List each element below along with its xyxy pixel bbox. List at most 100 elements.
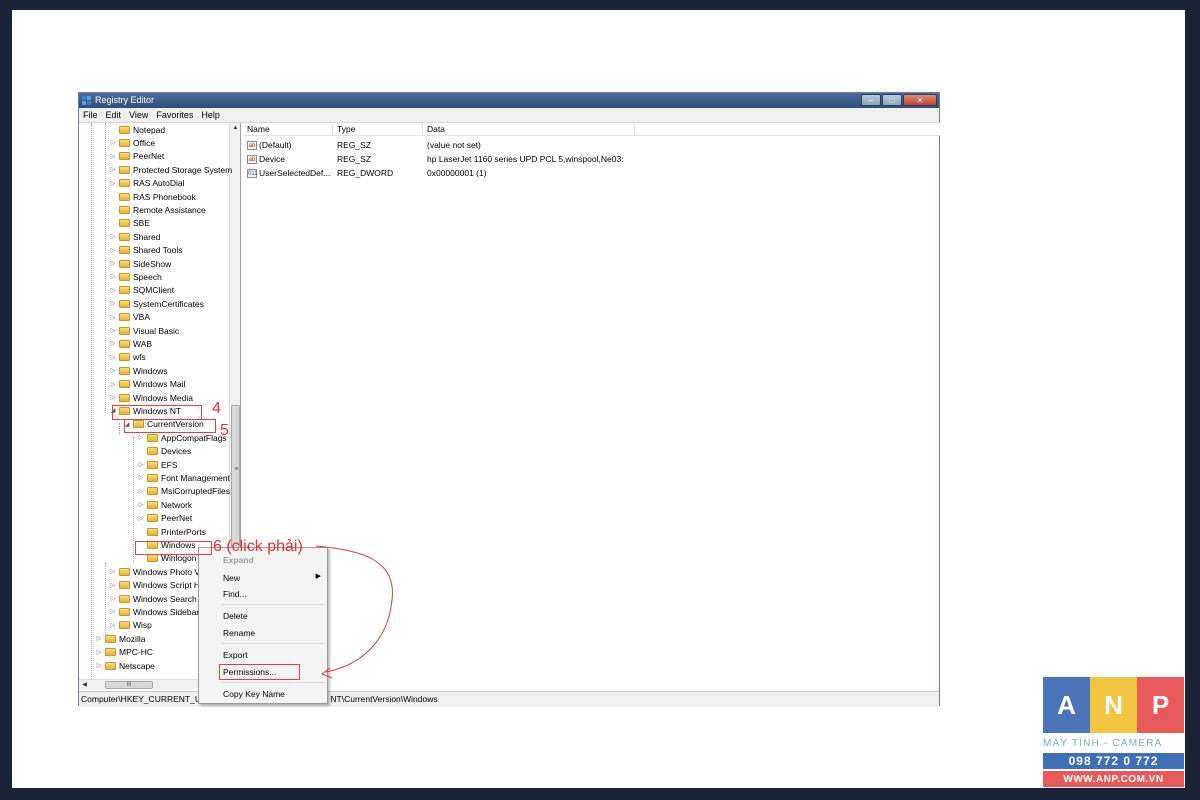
highlight-box-currentversion [124,419,216,433]
expand-arrow-icon[interactable]: ▷ [109,354,117,361]
tree-key-item[interactable]: ▷ RAS AutoDial [109,177,185,190]
tree-key-item[interactable]: ▷ SQMClient [109,284,174,297]
tree-key-item[interactable]: ▷ Visual Basic [109,324,179,337]
tree-scroll-thumb[interactable]: ≡ [231,405,240,555]
expand-arrow-icon[interactable]: ▷ [109,394,117,401]
tree-key-item[interactable]: ▷ MPC-HC [95,646,153,659]
scroll-up-arrow-icon[interactable]: ▲ [230,123,240,134]
tree-key-item[interactable]: ▷ Windows Script Host [109,579,212,592]
expand-arrow-icon[interactable]: ▷ [109,381,117,388]
tree-key-item[interactable]: ▷ Netscape [95,659,155,672]
expand-arrow-icon[interactable]: ▷ [137,501,145,508]
tree-key-item[interactable]: ▷ Speech [109,270,162,283]
expand-arrow-icon[interactable]: ▷ [109,367,117,374]
expand-arrow-icon[interactable]: ▷ [109,327,117,334]
expand-arrow-icon[interactable]: ▷ [109,608,117,615]
expand-arrow-icon[interactable]: ▷ [109,180,117,187]
expand-arrow-icon[interactable]: ▷ [109,300,117,307]
tree-key-item[interactable]: ▷ Network [137,498,193,511]
context-find[interactable]: Find... [223,588,247,600]
tree-key-item[interactable]: ▷ wfs [109,351,146,364]
expand-arrow-icon[interactable]: ▷ [109,340,117,347]
context-new[interactable]: New [223,572,240,584]
expand-arrow-icon[interactable]: ▷ [137,434,145,441]
folder-icon [147,473,158,482]
value-row[interactable]: ab (Default) REG_SZ (value not set) [247,138,937,152]
tree-key-item[interactable]: ▷ Mozilla [95,632,146,645]
tree-key-item[interactable]: ▷ Windows Search [109,592,197,605]
expand-arrow-icon[interactable]: ▷ [109,287,117,294]
value-type: REG_SZ [337,154,372,164]
tree-key-item[interactable]: Remote Assistance [109,203,206,216]
menu-favorites[interactable]: Favorites [152,108,197,122]
column-header-name[interactable]: Name [243,123,333,136]
tree-key-item[interactable]: ▷ EFS [137,458,178,471]
expand-arrow-icon[interactable]: ▷ [109,247,117,254]
expand-arrow-icon[interactable]: ▷ [137,488,145,495]
tree-key-item[interactable]: Devices [137,445,191,458]
screenshot-canvas: Registry Editor – □ ✕ File Edit View Fav… [12,10,1185,788]
expand-arrow-icon[interactable]: ▷ [109,622,117,629]
tree-key-item[interactable]: ▷ Font Management [137,471,230,484]
context-copy-key-name[interactable]: Copy Key Name [223,688,285,700]
menu-help[interactable]: Help [197,108,224,122]
tree-key-item[interactable]: ▷ Shared [109,230,161,243]
tree-key-item[interactable]: ▷ Protected Storage System [109,163,233,176]
tree-key-item[interactable]: ▷ SystemCertificates [109,297,204,310]
expand-arrow-icon[interactable]: ▷ [109,273,117,280]
tree-key-item[interactable]: ▷ AppCompatFlags [137,431,227,444]
column-header-data[interactable]: Data [423,123,635,136]
expand-arrow-icon[interactable]: ▷ [109,314,117,321]
tree-key-item[interactable]: ▷ Office [109,136,155,149]
expand-arrow-icon[interactable]: ▷ [109,568,117,575]
context-delete[interactable]: Delete [223,610,248,622]
tree-key-label: RAS Phonebook [133,191,196,202]
folder-icon [147,527,158,536]
tree-key-item[interactable]: ▷ VBA [109,311,150,324]
expand-arrow-icon[interactable]: ▷ [95,649,103,656]
menu-view[interactable]: View [125,108,152,122]
tree-key-item[interactable]: Notepad [109,123,165,136]
tree-key-item[interactable]: PrinterPorts [137,525,206,538]
tree-key-item[interactable]: ▷ MsiCorruptedFiles [137,485,230,498]
menu-file[interactable]: File [79,108,102,122]
expand-arrow-icon[interactable]: ▷ [109,153,117,160]
expand-arrow-icon[interactable]: ▷ [109,233,117,240]
tree-key-item[interactable]: ▷ PeerNet [137,512,193,525]
tree-key-item[interactable]: ▷ WAB [109,337,152,350]
menu-edit[interactable]: Edit [102,108,126,122]
tree-key-item[interactable]: ▷ Shared Tools [109,244,183,257]
tree-key-item[interactable]: ▷ Windows [109,364,168,377]
expand-arrow-icon[interactable]: ▷ [137,461,145,468]
tree-key-item[interactable]: ▷ Windows Media [109,391,193,404]
folder-icon [119,286,130,295]
minimize-button[interactable]: – [861,94,881,106]
value-row[interactable]: ab Device REG_SZ hp LaserJet 1160 series … [247,152,937,166]
tree-key-item[interactable]: ▷ Windows Sidebar [109,605,199,618]
tree-key-label: Netscape [119,660,155,671]
tree-key-item[interactable]: RAS Phonebook [109,190,196,203]
scroll-left-arrow-icon[interactable]: ◀ [79,680,90,689]
value-row[interactable]: 011UserSelectedDef... REG_DWORD 0x000000… [247,166,937,180]
context-export[interactable]: Export [223,649,248,661]
tree-key-item[interactable]: SBE [109,217,150,230]
close-button[interactable]: ✕ [903,94,937,106]
expand-arrow-icon[interactable]: ▷ [95,662,103,669]
expand-arrow-icon[interactable]: ▷ [109,139,117,146]
expand-arrow-icon[interactable]: ▷ [137,515,145,522]
expand-arrow-icon[interactable]: ▷ [95,635,103,642]
expand-arrow-icon[interactable]: ▷ [109,260,117,267]
tree-key-label: Mozilla [119,633,146,644]
expand-arrow-icon[interactable]: ▷ [137,474,145,481]
expand-arrow-icon[interactable]: ▷ [109,582,117,589]
tree-hscroll-thumb[interactable]: III [105,681,153,689]
context-rename[interactable]: Rename [223,627,255,639]
expand-arrow-icon[interactable]: ▷ [109,595,117,602]
maximize-button[interactable]: □ [882,94,902,106]
tree-key-item[interactable]: ▷ PeerNet [109,150,165,163]
tree-key-item[interactable]: ▷ Windows Mail [109,378,186,391]
tree-key-item[interactable]: ▷ Wisp [109,619,152,632]
tree-key-item[interactable]: ▷ SideShow [109,257,172,270]
expand-arrow-icon[interactable]: ▷ [109,166,117,173]
column-header-type[interactable]: Type [333,123,423,136]
